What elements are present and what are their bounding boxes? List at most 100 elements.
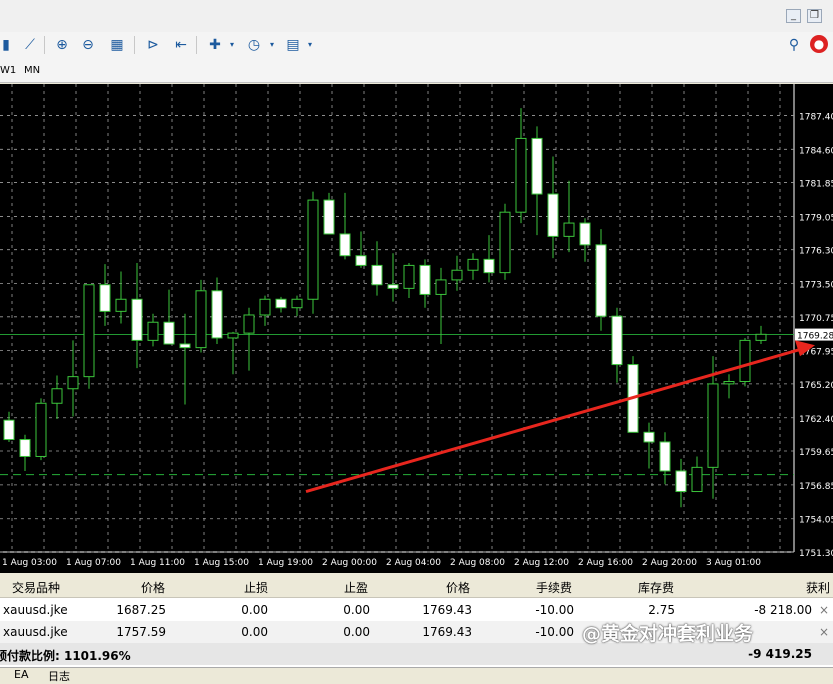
candle-bear	[99, 284, 111, 312]
timeframe-w1[interactable]: W1	[0, 65, 16, 76]
candle-bull	[67, 376, 79, 390]
restore-button[interactable]: ❐	[807, 9, 822, 23]
col-symbol[interactable]: 交易品种	[12, 579, 60, 596]
y-tick-label: 1776.30	[799, 247, 833, 257]
x-tick-label: 1 Aug 07:00	[66, 558, 121, 568]
candle-bull	[739, 339, 751, 382]
candle-bull	[691, 466, 703, 493]
notification-icon[interactable]: ●	[810, 35, 828, 53]
candle-bull	[115, 298, 127, 312]
candle-bull	[563, 222, 575, 237]
tab-ea[interactable]: EA	[14, 668, 28, 681]
candlestick-chart[interactable]: 1787.40 1784.60 1781.85 1779.05 1776.30 1773.…	[0, 84, 833, 573]
candle-bull	[723, 380, 735, 385]
x-tick-label: 3 Aug 01:00	[706, 558, 761, 568]
x-tick-label: 2 Aug 12:00	[514, 558, 569, 568]
candle-bear	[579, 222, 591, 246]
col-open-price[interactable]: 价格	[100, 579, 165, 596]
candle-bear	[163, 321, 175, 345]
candle-bear	[483, 258, 495, 274]
autoscroll-icon[interactable]: ⊳	[143, 35, 163, 55]
chevron-down-icon[interactable]: ▾	[222, 35, 242, 55]
candle-bull	[291, 298, 303, 309]
profit-cell: -8 218.00	[754, 603, 812, 617]
table-row[interactable]: xauusd.jke 1687.25 0.00 0.00 1769.43 -10…	[0, 599, 833, 621]
tile-windows-icon[interactable]: ▦	[107, 35, 127, 55]
candle-bear	[131, 298, 143, 341]
current-price-label: 1769.28	[797, 332, 833, 342]
commission-cell: -10.00	[535, 603, 574, 617]
col-stop-loss[interactable]: 止损	[210, 579, 268, 596]
col-profit[interactable]: 获利	[740, 579, 830, 596]
y-tick-label: 1770.75	[799, 314, 833, 324]
zoom-in-icon[interactable]: ⊕	[52, 35, 72, 55]
open-price-cell: 1687.25	[116, 603, 166, 617]
watermark-text: @黄金对冲套利业务	[582, 623, 754, 645]
candle-bull	[403, 264, 415, 289]
chevron-down-icon[interactable]: ▾	[300, 35, 320, 55]
candle-bear	[659, 441, 671, 472]
current-price-cell: 1769.43	[422, 603, 472, 617]
line-chart-icon[interactable]: ⟋	[20, 35, 40, 55]
candle-bull	[83, 284, 95, 378]
col-take-profit[interactable]: 止盈	[310, 579, 368, 596]
candle-bull	[707, 383, 719, 468]
candle-bull	[51, 388, 63, 404]
terminal-tabs: EA 日志	[0, 667, 833, 683]
x-tick-label: 2 Aug 00:00	[322, 558, 377, 568]
chart-shift-icon[interactable]: ⇤	[171, 35, 191, 55]
col-swap[interactable]: 库存费	[600, 579, 674, 596]
close-icon[interactable]: ×	[819, 603, 829, 617]
candle-bear	[179, 343, 191, 349]
y-tick-label: 1779.05	[799, 213, 833, 223]
candle-bear	[19, 439, 31, 457]
take-profit-cell: 0.00	[343, 625, 370, 639]
minimize-button[interactable]: _	[786, 9, 801, 23]
candle-bull	[499, 211, 511, 274]
price-chart[interactable]: 1787.40 1784.60 1781.85 1779.05 1776.30 1773.…	[0, 84, 833, 573]
close-icon[interactable]: ×	[819, 625, 829, 639]
candle-bull	[435, 279, 447, 295]
x-tick-label: 1 Aug 19:00	[258, 558, 313, 568]
candle-bear	[323, 199, 335, 235]
x-tick-label: 2 Aug 08:00	[450, 558, 505, 568]
candle-bull	[515, 137, 527, 213]
candle-bear	[355, 255, 367, 266]
y-tick-label: 1759.65	[799, 448, 833, 458]
chart-toolbar: ▮ ⟋ ⊕ ⊖ ▦ ⊳ ⇤ ✚ ▾ ◷ ▾ ▤ ▾ ⚲ ●	[0, 32, 833, 59]
col-commission[interactable]: 手续费	[500, 579, 572, 596]
search-icon[interactable]: ⚲	[784, 35, 804, 55]
margin-level-label: 预付款比例: 1101.96%	[0, 649, 131, 663]
candle-bull	[243, 314, 255, 334]
candle-bear	[531, 137, 543, 195]
annotation-arrow-line	[305, 347, 802, 493]
candle-bull	[755, 333, 767, 341]
candle-bear	[387, 284, 399, 289]
x-tick-label: 2 Aug 20:00	[642, 558, 697, 568]
commission-cell: -10.00	[535, 625, 574, 639]
candle-bull	[227, 332, 239, 339]
candles-icon[interactable]: ▮	[0, 35, 16, 55]
summary-row: 预付款比例: 1101.96% -9 419.25	[0, 643, 833, 665]
timeframe-bar: W1 MN	[0, 58, 833, 83]
candle-bear	[595, 244, 607, 317]
timeframe-mn[interactable]: MN	[24, 65, 40, 76]
symbol-cell: xauusd.jke	[3, 603, 68, 617]
tab-journal[interactable]: 日志	[48, 668, 70, 684]
col-current-price[interactable]: 价格	[400, 579, 470, 596]
candle-bull	[467, 258, 479, 271]
chevron-down-icon[interactable]: ▾	[262, 35, 282, 55]
candle-bear	[211, 290, 223, 339]
x-tick-label: 1 Aug 11:00	[130, 558, 185, 568]
zoom-out-icon[interactable]: ⊖	[78, 35, 98, 55]
x-tick-label: 2 Aug 04:00	[386, 558, 441, 568]
y-tick-label: 1751.30	[799, 549, 833, 559]
y-tick-label: 1754.05	[799, 516, 833, 526]
symbol-cell: xauusd.jke	[3, 625, 68, 639]
open-price-cell: 1757.59	[116, 625, 166, 639]
candle-bear	[643, 431, 655, 443]
periods-icon[interactable]: ◷	[244, 35, 264, 55]
candle-bear	[371, 264, 383, 286]
y-tick-label: 1773.50	[799, 281, 833, 291]
window-bar: _ ❐	[0, 0, 833, 32]
